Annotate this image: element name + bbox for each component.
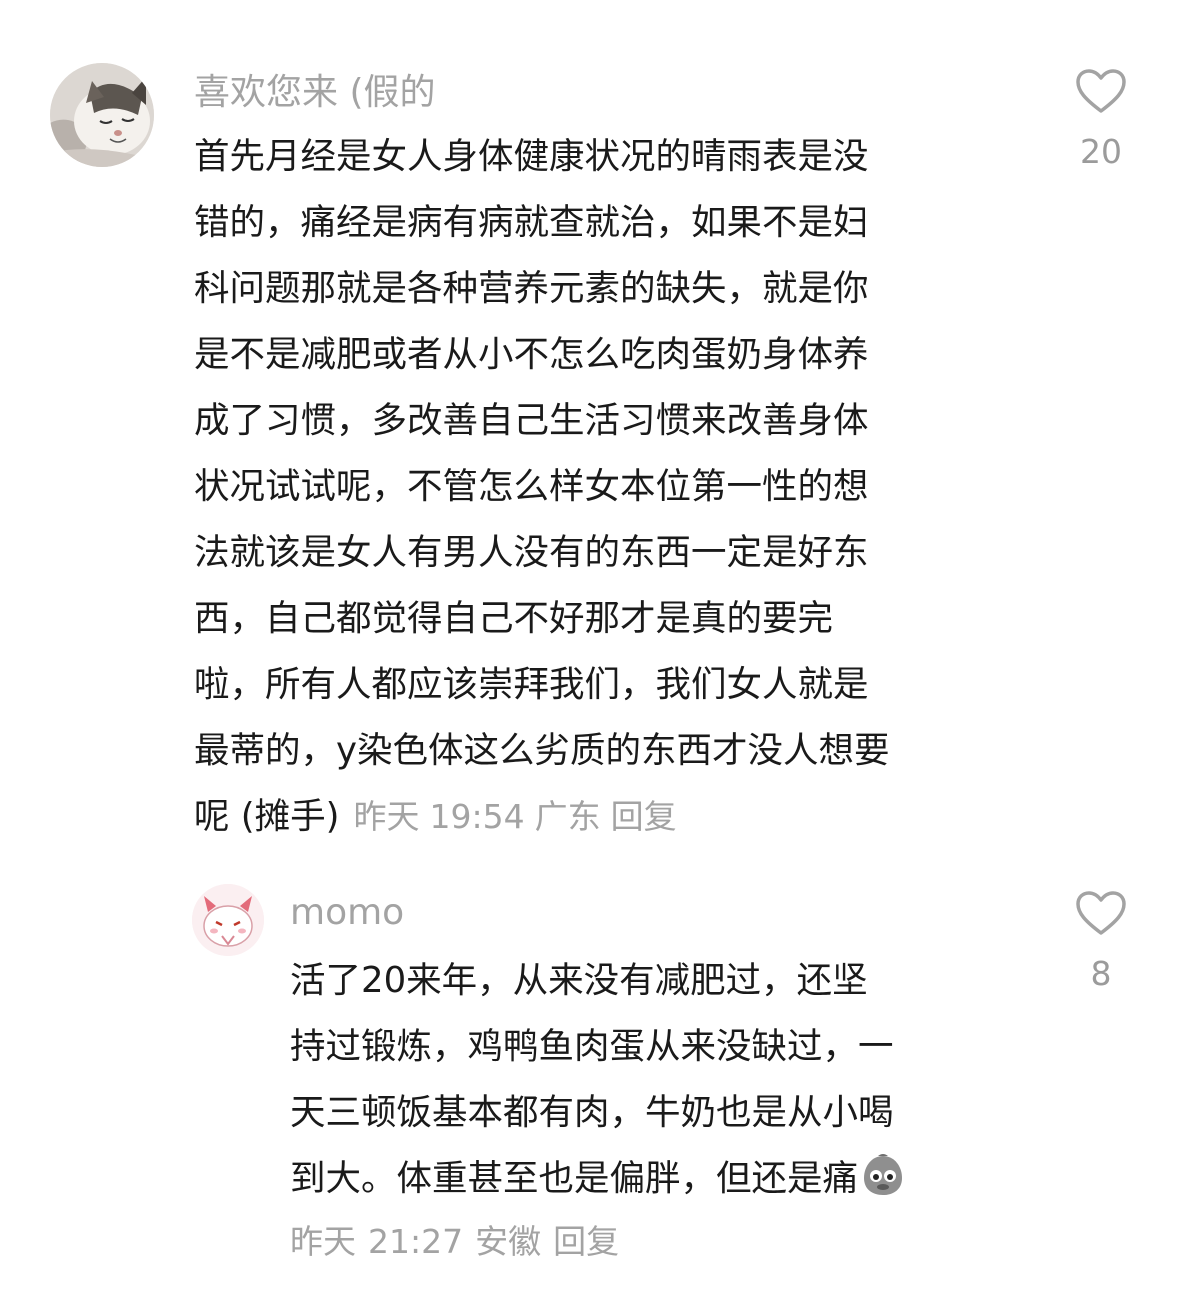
comment-line: 科问题那就是各种营养元素的缺失，就是你: [194, 268, 869, 309]
comment-line-last: 到大。体重甚至也是偏胖，但还是痛: [290, 1146, 1030, 1220]
comment-meta: 昨天 19:54 广东 回复: [339, 797, 676, 836]
comment-line: 到大。体重甚至也是偏胖，但还是痛: [290, 1158, 859, 1199]
comment-date: 昨天: [290, 1222, 356, 1261]
username[interactable]: 喜欢您来 (假的: [194, 73, 436, 113]
comment-text[interactable]: 活了20来年，从来没有减肥过，还坚 持过锻炼，鸡鸭鱼肉蛋从来没缺过，一 天三顿饭…: [290, 948, 1030, 1220]
comment-line: 西，自己都觉得自己不好那才是真的要完: [194, 598, 834, 639]
comment-date: 昨天: [353, 797, 420, 836]
comment-location: 安徽: [475, 1222, 542, 1261]
reply-button[interactable]: 回复: [611, 797, 677, 836]
comment-time: 21:27: [368, 1222, 464, 1261]
comment-text[interactable]: 首先月经是女人身体健康状况的晴雨表是没 错的，痛经是病有病就查就治，如果不是妇 …: [194, 124, 1024, 850]
like-count: 20: [1080, 132, 1122, 171]
comment-line: 错的，痛经是病有病就查就治，如果不是妇: [194, 202, 869, 243]
avatar[interactable]: [192, 884, 264, 956]
like-count: 8: [1090, 954, 1112, 993]
comment-meta: 昨天 21:27 安徽 回复: [290, 1215, 631, 1263]
comment-line: 最蒂的，y染色体这么劣质的东西才没人想要: [194, 730, 890, 771]
comment-line: 状况试试呢，不管怎么样女本位第一性的想: [194, 466, 869, 507]
worried-face-emoji-icon: [860, 1152, 906, 1220]
heart-outline-icon: [1076, 891, 1126, 935]
cat-avatar-icon: [50, 63, 154, 167]
like-button[interactable]: 20: [1061, 68, 1141, 171]
comment-line: 首先月经是女人身体健康状况的晴雨表是没: [194, 136, 869, 177]
comment-location: 广东: [534, 797, 601, 836]
comment-line-last: 呢 (摊手) 昨天 19:54 广东 回复: [194, 784, 1024, 850]
comment-line: 天三顿饭基本都有肉，牛奶也是从小喝: [290, 1092, 894, 1133]
comment-line: 活了20来年，从来没有减肥过，还坚: [290, 960, 868, 1001]
heart-outline-icon: [1076, 69, 1126, 113]
reply-button[interactable]: 回复: [553, 1222, 619, 1261]
comment-line: 成了习惯，多改善自己生活习惯来改善身体: [194, 400, 869, 441]
comment-time: 19:54: [429, 797, 525, 836]
like-button[interactable]: 8: [1061, 890, 1141, 993]
cartoon-avatar-icon: [192, 884, 264, 956]
comment-line: 呢 (摊手): [194, 796, 340, 837]
username[interactable]: momo: [290, 893, 404, 933]
comment-line: 啦，所有人都应该崇拜我们，我们女人就是: [194, 664, 869, 705]
comment-line: 是不是减肥或者从小不怎么吃肉蛋奶身体养: [194, 334, 869, 375]
comment-line: 法就该是女人有男人没有的东西一定是好东: [194, 532, 869, 573]
comment-line: 持过锻炼，鸡鸭鱼肉蛋从来没缺过，一: [290, 1026, 894, 1067]
avatar[interactable]: [50, 63, 154, 167]
